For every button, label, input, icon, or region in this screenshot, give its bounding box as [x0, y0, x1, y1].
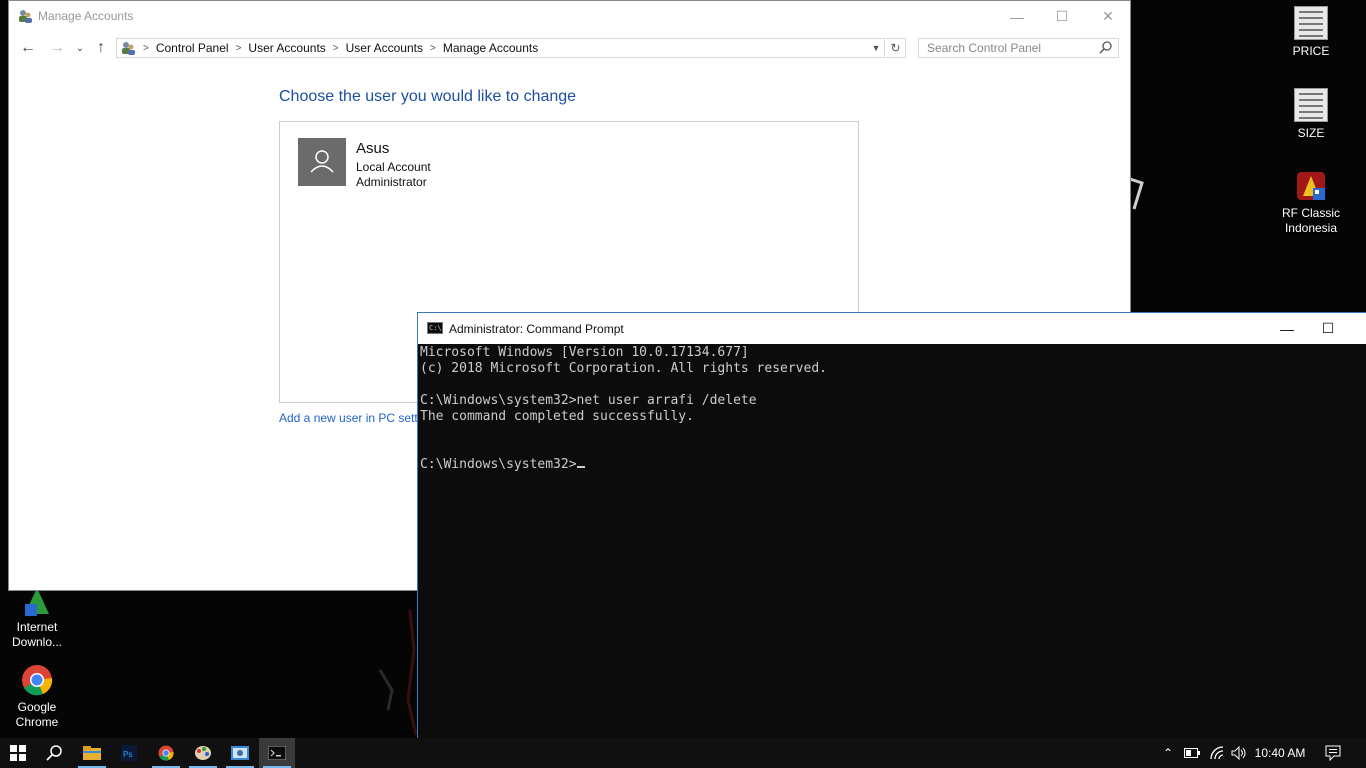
desktop-icon-idm[interactable]: Internet Downlo... [0, 584, 77, 650]
forward-button[interactable]: → [47, 38, 67, 58]
svg-text:Ps: Ps [123, 750, 132, 759]
clock[interactable]: 10:40 AM [1250, 738, 1310, 768]
taskbar-paint[interactable] [185, 738, 221, 768]
battery-icon[interactable] [1182, 738, 1202, 768]
up-button[interactable]: ↑ [91, 38, 111, 58]
breadcrumb-manage-accounts[interactable]: Manage Accounts [443, 41, 538, 55]
wallpaper-art-right [1129, 177, 1144, 210]
control-panel-icon [122, 42, 135, 55]
action-center-icon[interactable] [1320, 738, 1346, 768]
volume-icon[interactable] [1229, 738, 1249, 768]
desktop-icon-price[interactable]: PRICE [1271, 6, 1351, 59]
console-line: Microsoft Windows [Version 10.0.17134.67… [420, 345, 749, 360]
game-shortcut-icon [1295, 170, 1327, 202]
show-hidden-icons-chevron-up-icon[interactable]: ⌃ [1158, 738, 1178, 768]
desktop-icon-label: Internet Downlo... [11, 620, 63, 649]
desktop-icon-label: PRICE [1292, 44, 1330, 58]
window-title: Administrator: Command Prompt [449, 322, 624, 336]
control-panel-icon [231, 746, 249, 760]
document-icon [1294, 88, 1328, 122]
title-bar[interactable]: Manage Accounts — ☐ ✕ [9, 1, 1130, 32]
minimize-button[interactable]: — [994, 1, 1040, 32]
recent-locations-chevron-down-icon[interactable]: ⌄ [70, 38, 90, 58]
console-line: The command completed successfully. [420, 409, 694, 424]
maximize-button[interactable]: ☐ [1039, 1, 1085, 32]
chrome-icon [158, 745, 174, 761]
navigation-bar: ← → ⌄ ↑ > Control Panel > User Accounts … [9, 32, 1130, 64]
user-account-tile[interactable]: Asus Local Account Administrator [298, 138, 458, 190]
console-line: (c) 2018 Microsoft Corporation. All righ… [420, 361, 827, 376]
desktop-icon-label: SIZE [1297, 126, 1325, 140]
search-icon[interactable] [1098, 40, 1114, 56]
user-name: Asus [356, 140, 390, 157]
taskbar-command-prompt[interactable] [259, 738, 295, 768]
refresh-button[interactable]: ↻ [886, 38, 906, 58]
users-icon [19, 10, 32, 23]
taskbar-control-panel[interactable] [222, 738, 258, 768]
breadcrumb-user-accounts-2[interactable]: User Accounts [346, 41, 423, 55]
taskbar: Ps ⌃ 10:40 AM [0, 738, 1366, 768]
wifi-icon[interactable] [1206, 738, 1228, 768]
search-input[interactable] [918, 38, 1119, 58]
desktop-icon-size[interactable]: SIZE [1271, 88, 1351, 141]
title-bar[interactable]: C:\ Administrator: Command Prompt — ☐ [418, 313, 1366, 344]
page-title: Choose the user you would like to change [279, 88, 577, 105]
minimize-button[interactable]: — [1264, 313, 1310, 344]
search-button[interactable] [37, 738, 73, 768]
breadcrumb-separator[interactable]: > [236, 43, 242, 54]
windows-logo-icon [10, 745, 26, 761]
breadcrumb: > Control Panel > User Accounts > User A… [136, 41, 538, 55]
console-prompt-line: C:\Windows\system32> [420, 457, 827, 473]
console-icon: C:\ [427, 322, 443, 334]
window-title: Manage Accounts [38, 9, 134, 23]
taskbar-file-explorer[interactable] [74, 738, 110, 768]
taskbar-chrome[interactable] [148, 738, 184, 768]
user-account-type: Local Account [356, 160, 431, 174]
command-prompt-window: C:\ Administrator: Command Prompt — ☐ Mi… [417, 312, 1366, 738]
address-dropdown-icon[interactable]: ▼ [868, 39, 884, 57]
breadcrumb-separator: > [143, 42, 149, 54]
user-icon [310, 150, 334, 173]
desktop-icon-label: Google Chrome [15, 700, 59, 729]
breadcrumb-separator[interactable]: > [333, 43, 339, 54]
folder-icon [83, 746, 101, 760]
console-icon [268, 746, 286, 760]
desktop-icon-chrome[interactable]: Google Chrome [0, 664, 77, 730]
console-prompt: C:\Windows\system32> [420, 457, 577, 472]
taskbar-photoshop[interactable]: Ps [111, 738, 147, 768]
search-icon [46, 745, 62, 761]
desktop-icon-label: RF Classic Indonesia [1281, 206, 1340, 235]
back-button[interactable]: ← [18, 38, 38, 58]
console-output[interactable]: Microsoft Windows [Version 10.0.17134.67… [420, 345, 827, 473]
document-icon [1294, 6, 1328, 40]
breadcrumb-user-accounts[interactable]: User Accounts [248, 41, 325, 55]
address-bar[interactable]: > Control Panel > User Accounts > User A… [116, 38, 885, 58]
breadcrumb-control-panel[interactable]: Control Panel [156, 41, 229, 55]
user-role: Administrator [356, 175, 427, 189]
chrome-icon [21, 664, 53, 696]
photoshop-icon: Ps [121, 745, 137, 761]
start-button[interactable] [0, 738, 36, 768]
maximize-button[interactable]: ☐ [1305, 313, 1351, 344]
breadcrumb-separator[interactable]: > [430, 43, 436, 54]
avatar [298, 138, 346, 186]
desktop-icon-rf-classic[interactable]: RF Classic Indonesia [1271, 170, 1351, 236]
text-cursor [576, 466, 585, 468]
close-button[interactable]: ✕ [1085, 1, 1131, 32]
paint-icon [195, 746, 211, 760]
add-new-user-link[interactable]: Add a new user in PC setti [279, 411, 420, 425]
console-line: C:\Windows\system32>net user arrafi /del… [420, 393, 757, 408]
